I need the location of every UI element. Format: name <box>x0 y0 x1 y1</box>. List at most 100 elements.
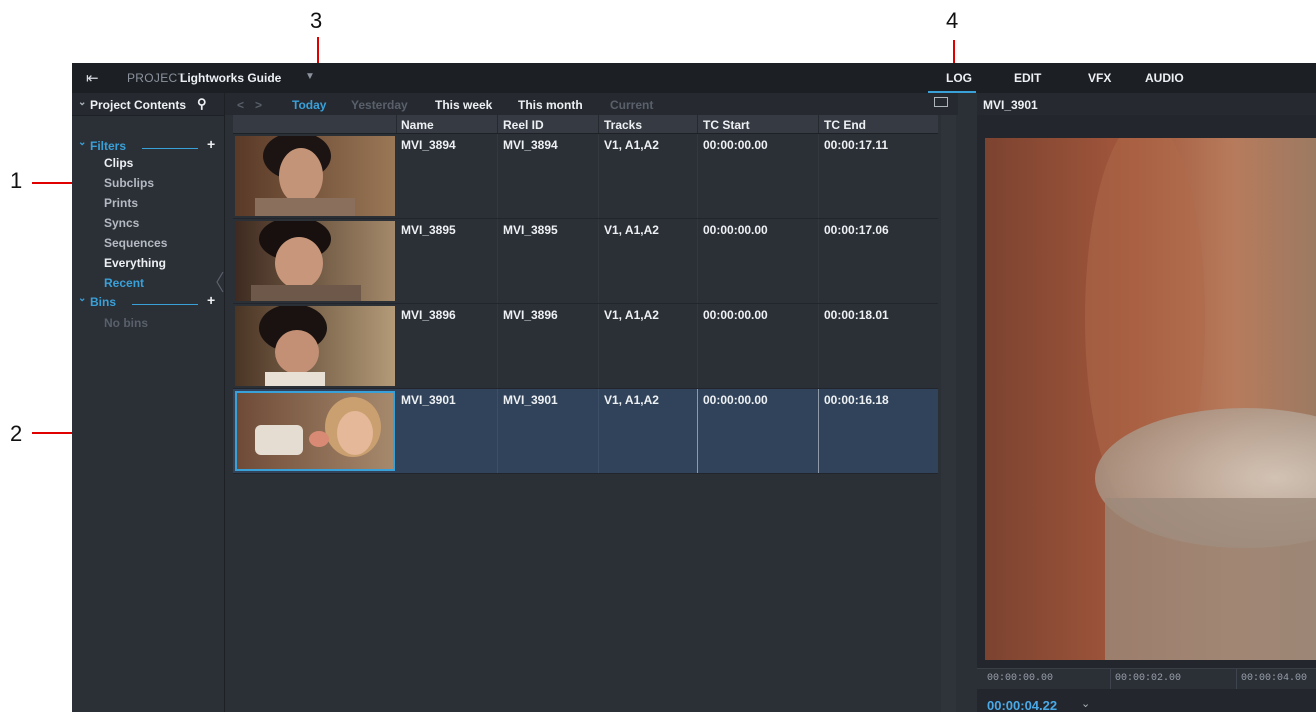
table-row[interactable]: MVI_3896 MVI_3896 V1, A1,A2 00:00:00.00 … <box>233 304 938 389</box>
column-reel-id[interactable]: Reel ID <box>503 118 544 132</box>
column-divider <box>697 219 698 303</box>
cell-tc-end: 00:00:18.01 <box>824 308 889 322</box>
cell-tc-start: 00:00:00.00 <box>703 223 768 237</box>
column-divider <box>697 304 698 388</box>
filter-subclips[interactable]: Subclips <box>104 176 154 190</box>
column-divider <box>697 389 698 473</box>
date-filter-bar: < > Today Yesterday This week This month… <box>225 93 958 115</box>
ruler-label: 00:00:02.00 <box>1115 673 1182 684</box>
filter-syncs[interactable]: Syncs <box>104 216 139 230</box>
back-arrow-icon[interactable]: < <box>237 98 244 112</box>
exit-project-icon[interactable]: ⇤ <box>86 69 99 87</box>
filter-this-week[interactable]: This week <box>435 98 492 112</box>
panel-collapse-arrow-icon[interactable] <box>216 271 224 293</box>
filter-prints[interactable]: Prints <box>104 196 138 210</box>
vertical-scrollbar[interactable] <box>941 115 956 712</box>
lightworks-window: ⇤ PROJECT Lightworks Guide ▼ LOG EDIT VF… <box>72 63 1316 712</box>
filter-clips[interactable]: Clips <box>104 156 133 170</box>
viewer-title: MVI_3901 <box>983 98 1038 112</box>
column-divider <box>497 389 498 473</box>
tab-log[interactable]: LOG <box>946 71 972 85</box>
filter-everything[interactable]: Everything <box>104 256 166 270</box>
cell-name: MVI_3896 <box>401 308 456 322</box>
column-name[interactable]: Name <box>401 118 434 132</box>
cell-name: MVI_3901 <box>401 393 456 407</box>
column-divider <box>497 304 498 388</box>
project-name[interactable]: Lightworks Guide <box>180 71 281 85</box>
filters-divider <box>142 148 198 149</box>
filter-today[interactable]: Today <box>292 98 326 112</box>
project-contents-header[interactable]: ⌄ Project Contents ⚲ <box>72 93 224 116</box>
cell-tracks: V1, A1,A2 <box>604 223 659 237</box>
filter-yesterday[interactable]: Yesterday <box>351 98 408 112</box>
callout-3: 3 <box>310 8 323 33</box>
clip-viewer-panel: MVI_3901 00:00:00.00 00:00:02.00 00:00:0… <box>977 93 1316 712</box>
timeline-ruler[interactable]: 00:00:00.00 00:00:02.00 00:00:04.00 <box>977 668 1316 689</box>
cell-reel-id: MVI_3895 <box>503 223 558 237</box>
search-icon[interactable]: ⚲ <box>197 96 207 112</box>
column-header-row: Name Reel ID Tracks TC Start TC End <box>233 115 938 134</box>
cell-reel-id: MVI_3894 <box>503 138 558 152</box>
bins-divider <box>132 304 198 305</box>
cell-tc-end: 00:00:17.11 <box>824 138 889 152</box>
project-label: PROJECT <box>127 71 186 85</box>
filters-title[interactable]: Filters <box>90 139 126 153</box>
top-bar: ⇤ PROJECT Lightworks Guide ▼ LOG EDIT VF… <box>72 63 1316 93</box>
column-divider <box>697 134 698 218</box>
add-bin-icon[interactable]: + <box>207 292 215 308</box>
column-divider <box>818 219 819 303</box>
ruler-tick <box>1236 669 1237 689</box>
column-tc-start[interactable]: TC Start <box>703 118 750 132</box>
cell-tracks: V1, A1,A2 <box>604 138 659 152</box>
project-contents-panel: ⌄ Project Contents ⚲ ⌄ Filters + Clips S… <box>72 93 225 712</box>
ruler-label: 00:00:00.00 <box>987 673 1054 684</box>
column-divider <box>818 115 819 133</box>
project-dropdown-icon[interactable]: ▼ <box>305 71 315 82</box>
cell-tracks: V1, A1,A2 <box>604 308 659 322</box>
table-row[interactable]: MVI_3895 MVI_3895 V1, A1,A2 00:00:00.00 … <box>233 219 938 304</box>
column-divider <box>598 304 599 388</box>
bins-title[interactable]: Bins <box>90 295 116 309</box>
collapse-chevron-icon[interactable]: ⌄ <box>78 97 86 108</box>
filters-chevron-icon[interactable]: ⌄ <box>78 137 86 148</box>
add-filter-icon[interactable]: + <box>207 136 215 152</box>
no-bins-label: No bins <box>104 316 148 330</box>
column-tracks[interactable]: Tracks <box>604 118 642 132</box>
clip-thumbnail[interactable] <box>235 136 395 216</box>
viewer-video-frame[interactable] <box>985 138 1316 660</box>
current-timecode[interactable]: 00:00:04.22 <box>987 698 1057 712</box>
forward-arrow-icon[interactable]: > <box>255 98 262 112</box>
ruler-tick <box>1110 669 1111 689</box>
clip-thumbnail[interactable] <box>235 306 395 386</box>
column-divider <box>697 115 698 133</box>
view-toggle-icon[interactable] <box>934 97 948 107</box>
cell-tc-start: 00:00:00.00 <box>703 138 768 152</box>
tab-vfx[interactable]: VFX <box>1088 71 1111 85</box>
column-divider <box>497 134 498 218</box>
filter-recent[interactable]: Recent <box>104 276 144 290</box>
filter-sequences[interactable]: Sequences <box>104 236 167 250</box>
column-divider <box>497 115 498 133</box>
tab-audio[interactable]: AUDIO <box>1145 71 1184 85</box>
filter-current[interactable]: Current <box>610 98 653 112</box>
column-divider <box>818 304 819 388</box>
filter-this-month[interactable]: This month <box>518 98 583 112</box>
bins-chevron-icon[interactable]: ⌄ <box>78 293 86 304</box>
callout-2: 2 <box>10 421 23 446</box>
column-divider <box>818 389 819 473</box>
column-divider <box>497 219 498 303</box>
clip-thumbnail[interactable] <box>235 221 395 301</box>
cell-tc-start: 00:00:00.00 <box>703 393 768 407</box>
tab-edit[interactable]: EDIT <box>1014 71 1041 85</box>
column-divider <box>396 115 397 133</box>
cell-name: MVI_3895 <box>401 223 456 237</box>
column-divider <box>598 115 599 133</box>
clip-thumbnail[interactable] <box>235 391 395 471</box>
viewer-header: MVI_3901 <box>977 93 1316 115</box>
column-tc-end[interactable]: TC End <box>824 118 866 132</box>
column-divider <box>598 219 599 303</box>
table-row[interactable]: MVI_3894 MVI_3894 V1, A1,A2 00:00:00.00 … <box>233 134 938 219</box>
table-row-selected[interactable]: MVI_3901 MVI_3901 V1, A1,A2 00:00:00.00 … <box>233 389 938 474</box>
project-contents-title: Project Contents <box>90 98 187 112</box>
timecode-dropdown-icon[interactable]: ⌄ <box>1081 697 1090 710</box>
